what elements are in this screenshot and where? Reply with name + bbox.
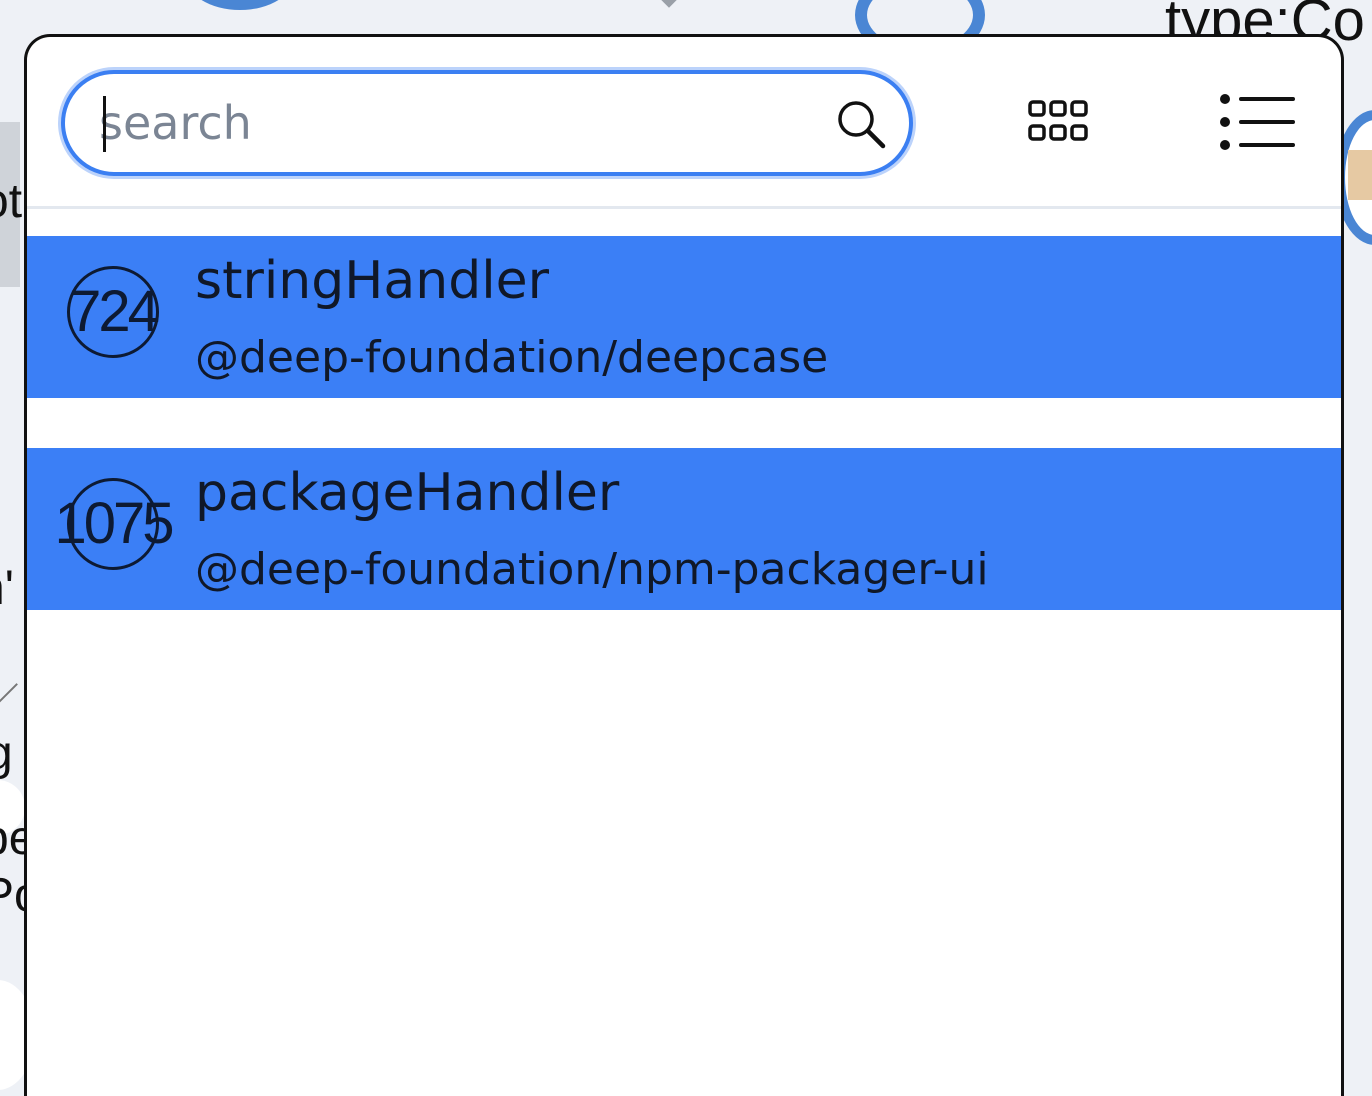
background-node[interactable] <box>185 0 295 10</box>
results-list: 724 stringHandler @deep-foundation/deepc… <box>27 236 1341 660</box>
background-edge-arrow <box>656 0 682 8</box>
background-node-label: n' <box>0 562 14 615</box>
link-id: 724 <box>69 279 160 344</box>
canvas: type:Co ot n' g pe Po <box>0 0 1372 1096</box>
background-node-label: ot <box>0 175 23 228</box>
handler-name: packageHandler <box>195 463 620 523</box>
background-edge <box>0 683 18 706</box>
grid-view-icon[interactable] <box>1027 99 1089 143</box>
result-item-stringHandler[interactable]: 724 stringHandler @deep-foundation/deepc… <box>27 236 1341 398</box>
handler-picker-popup: 724 stringHandler @deep-foundation/deepc… <box>24 34 1344 1096</box>
search-icon[interactable] <box>835 98 887 150</box>
package-name: @deep-foundation/npm-packager-ui <box>195 544 989 595</box>
result-item-packageHandler[interactable]: 1075 packageHandler @deep-foundation/npm… <box>27 448 1341 610</box>
link-id: 1075 <box>54 491 174 556</box>
handler-name: stringHandler <box>195 251 550 311</box>
package-name: @deep-foundation/deepcase <box>195 332 829 383</box>
list-view-icon[interactable] <box>1219 93 1295 151</box>
background-node-image <box>1348 150 1372 200</box>
search-box[interactable] <box>61 70 913 176</box>
popup-toolbar <box>27 37 1341 209</box>
text-caret <box>103 96 106 152</box>
background-node-label: g <box>0 730 13 778</box>
search-input[interactable] <box>99 92 799 154</box>
